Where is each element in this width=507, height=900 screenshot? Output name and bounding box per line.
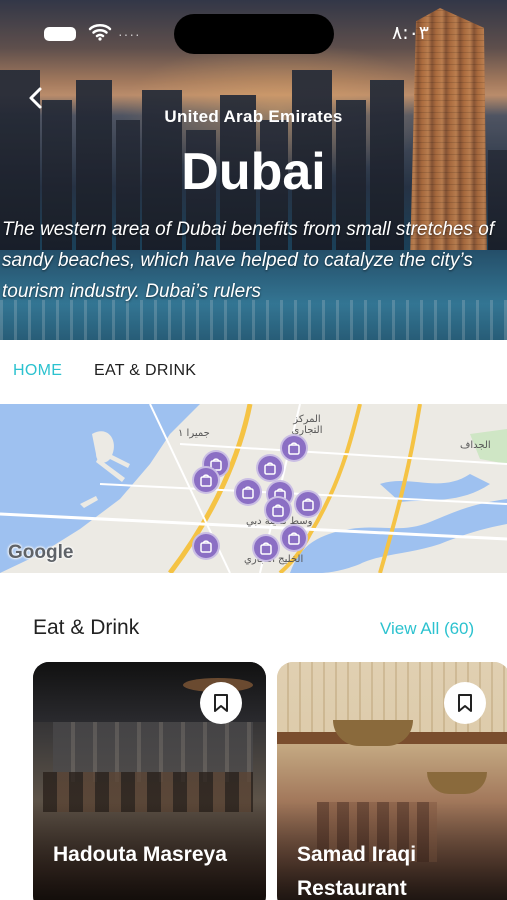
map-pin-shopping-bag-icon[interactable] xyxy=(234,478,262,506)
bookmark-button[interactable] xyxy=(444,682,486,724)
bookmark-icon xyxy=(214,694,228,712)
bookmark-button[interactable] xyxy=(200,682,242,724)
map-pin-shopping-bag-icon[interactable] xyxy=(252,534,280,562)
status-time: ٨:٠٣ xyxy=(392,22,430,44)
bookmark-icon xyxy=(458,694,472,712)
map-pin-shopping-bag-icon[interactable] xyxy=(192,532,220,560)
map-pin-shopping-bag-icon[interactable] xyxy=(280,524,308,552)
map-pin-shopping-bag-icon[interactable] xyxy=(264,496,292,524)
hero-banner: ···· ٨:٠٣ United Arab Emirates Dubai The… xyxy=(0,0,507,340)
city-title: Dubai xyxy=(181,143,326,201)
dynamic-island xyxy=(174,14,334,54)
signal-icon: ···· xyxy=(118,26,141,42)
status-bar: ···· ٨:٠٣ xyxy=(0,0,507,64)
map-label: جميرا ١ xyxy=(178,428,210,439)
card-photo-chandelier xyxy=(427,772,487,794)
battery-icon xyxy=(44,27,76,41)
map-view[interactable]: جميرا ١ المركز التجاري الجداف وسط مدينة … xyxy=(0,404,507,573)
wifi-icon xyxy=(88,24,112,41)
map-pin-shopping-bag-icon[interactable] xyxy=(280,434,308,462)
city-description: The western area of Dubai benefits from … xyxy=(2,219,495,302)
map-label: المركز التجاري xyxy=(291,414,323,436)
map-label: الجداف xyxy=(460,440,491,451)
view-all-link[interactable]: View All (60) xyxy=(380,619,474,639)
google-logo: Google xyxy=(8,542,74,563)
tab-eat-drink[interactable]: EAT & DRINK xyxy=(94,362,196,380)
restaurant-name: Hadouta Masreya xyxy=(53,843,227,866)
country-name: United Arab Emirates xyxy=(164,107,343,126)
restaurant-card[interactable]: Hadouta Masreya xyxy=(33,662,266,900)
map-pin-shopping-bag-icon[interactable] xyxy=(192,466,220,494)
map-pin-shopping-bag-icon[interactable] xyxy=(294,490,322,518)
tab-bar: HOME EAT & DRINK xyxy=(0,340,507,402)
tab-home[interactable]: HOME xyxy=(13,362,62,380)
restaurant-card[interactable]: Samad Iraqi Restaurant xyxy=(277,662,507,900)
map-pin-shopping-bag-icon[interactable] xyxy=(256,454,284,482)
section-title: Eat & Drink xyxy=(33,616,140,639)
restaurant-name: Samad Iraqi Restaurant xyxy=(297,843,417,900)
